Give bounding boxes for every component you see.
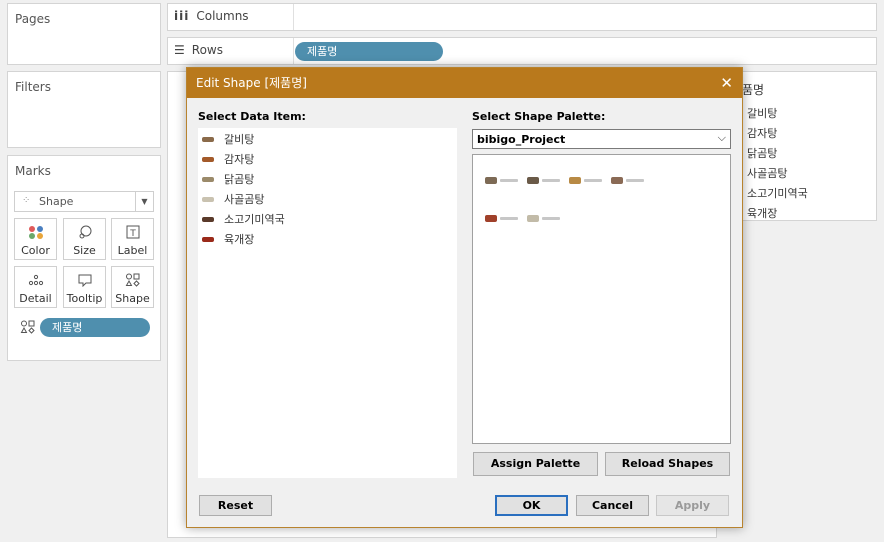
- product-thumbnail-icon: [202, 136, 214, 142]
- close-icon[interactable]: ✕: [720, 68, 733, 98]
- product-thumbnail-icon: [202, 236, 214, 242]
- legend-item[interactable]: 닭곰탕: [747, 145, 777, 161]
- marks-detail-button[interactable]: Detail: [14, 266, 57, 308]
- marks-panel: Marks ⁘ Shape ▼ Color Size T Label Detai…: [7, 155, 161, 361]
- palette-shape[interactable]: [527, 176, 563, 184]
- data-item[interactable]: 감자탕: [202, 151, 254, 167]
- columns-shelf[interactable]: iii Columns: [167, 3, 877, 31]
- product-thumbnail-icon: [569, 176, 581, 184]
- color-dots-icon: [15, 225, 56, 239]
- palette-shape[interactable]: [569, 176, 605, 184]
- palette-shape[interactable]: [485, 176, 521, 184]
- palette-shape[interactable]: [485, 214, 521, 222]
- product-thumbnail-icon: [202, 176, 214, 182]
- legend-title: 품명: [742, 83, 765, 97]
- dialog-title: Edit Shape [제품명]: [196, 76, 307, 90]
- marks-shape-button[interactable]: Shape: [111, 266, 154, 308]
- shape-palette-value: bibigo_Project: [477, 133, 566, 146]
- product-thumbnail-icon: [485, 176, 497, 184]
- marks-tooltip-button[interactable]: Tooltip: [63, 266, 106, 308]
- product-thumbnail-icon: [527, 176, 539, 184]
- svg-text:T: T: [129, 229, 136, 239]
- product-thumbnail-icon: [527, 214, 539, 222]
- filters-panel-title: Filters: [15, 80, 51, 94]
- shape-palette-grid[interactable]: [472, 154, 731, 444]
- chevron-down-icon: ▼: [135, 192, 153, 211]
- rows-field-pill[interactable]: 제품명: [295, 42, 443, 61]
- data-item[interactable]: 육개장: [202, 231, 254, 247]
- select-data-item-label: Select Data Item:: [198, 110, 306, 123]
- assign-palette-button[interactable]: Assign Palette: [473, 452, 598, 476]
- marks-label-label: Label: [117, 244, 148, 257]
- filters-panel: Filters: [7, 71, 161, 148]
- marks-color-label: Color: [21, 244, 50, 257]
- legend-item[interactable]: 사골곰탕: [747, 165, 787, 181]
- marks-tooltip-label: Tooltip: [66, 292, 103, 305]
- data-item[interactable]: 사골곰탕: [202, 191, 264, 207]
- size-icon: [64, 225, 105, 239]
- dialog-title-bar[interactable]: Edit Shape [제품명] ✕: [187, 68, 742, 98]
- shape-palette-select[interactable]: bibigo_Project ⌵: [472, 129, 731, 149]
- marks-detail-label: Detail: [19, 292, 52, 305]
- detail-icon: [15, 273, 56, 287]
- shape-field-pill[interactable]: 제품명: [40, 318, 150, 337]
- marks-label-button[interactable]: T Label: [111, 218, 154, 260]
- legend-item[interactable]: 소고기미역국: [747, 185, 808, 201]
- marks-panel-title: Marks: [15, 164, 51, 178]
- shape-icon: ⁘: [22, 195, 31, 206]
- pages-panel: Pages: [7, 3, 161, 65]
- mark-type-dropdown[interactable]: ⁘ Shape ▼: [14, 191, 154, 212]
- rows-icon: ☰: [174, 43, 185, 57]
- columns-shelf-label: iii Columns: [174, 9, 249, 23]
- edit-shape-dialog: Edit Shape [제품명] ✕ Select Data Item: Sel…: [186, 67, 743, 528]
- shape-icon: [112, 273, 153, 287]
- palette-shape[interactable]: [527, 214, 563, 222]
- tooltip-icon: [64, 273, 105, 288]
- apply-button[interactable]: Apply: [656, 495, 729, 516]
- data-item-list[interactable]: 갈비탕 감자탕 닭곰탕 사골곰탕 소고기미역국 육개장: [198, 128, 457, 478]
- reload-shapes-button[interactable]: Reload Shapes: [605, 452, 730, 476]
- legend-item[interactable]: 감자탕: [747, 125, 777, 141]
- rows-shelf-label: ☰ Rows: [174, 43, 223, 57]
- marks-size-button[interactable]: Size: [63, 218, 106, 260]
- cancel-button[interactable]: Cancel: [576, 495, 649, 516]
- product-thumbnail-icon: [485, 214, 497, 222]
- select-shape-palette-label: Select Shape Palette:: [472, 110, 606, 123]
- shelf-divider: [293, 4, 294, 30]
- palette-shape[interactable]: [611, 176, 647, 184]
- shelf-divider: [293, 38, 294, 64]
- reset-button[interactable]: Reset: [199, 495, 272, 516]
- marks-size-label: Size: [73, 244, 96, 257]
- chevron-down-icon: ⌵: [717, 131, 726, 144]
- data-item[interactable]: 닭곰탕: [202, 171, 254, 187]
- marks-shape-label: Shape: [115, 292, 150, 305]
- legend-item[interactable]: 갈비탕: [747, 105, 777, 121]
- marks-color-button[interactable]: Color: [14, 218, 57, 260]
- ok-button[interactable]: OK: [495, 495, 568, 516]
- rows-shelf[interactable]: ☰ Rows 제품명: [167, 37, 877, 65]
- product-thumbnail-icon: [611, 176, 623, 184]
- product-thumbnail-icon: [202, 196, 214, 202]
- columns-icon: iii: [174, 9, 190, 23]
- label-icon: T: [112, 225, 153, 239]
- data-item[interactable]: 갈비탕: [202, 131, 254, 147]
- data-item[interactable]: 소고기미역국: [202, 211, 285, 227]
- shape-encoding-icon: [20, 320, 36, 337]
- pages-panel-title: Pages: [15, 12, 51, 26]
- mark-type-value: Shape: [39, 195, 74, 208]
- product-thumbnail-icon: [202, 156, 214, 162]
- legend-item[interactable]: 육개장: [747, 205, 777, 221]
- product-thumbnail-icon: [202, 216, 214, 222]
